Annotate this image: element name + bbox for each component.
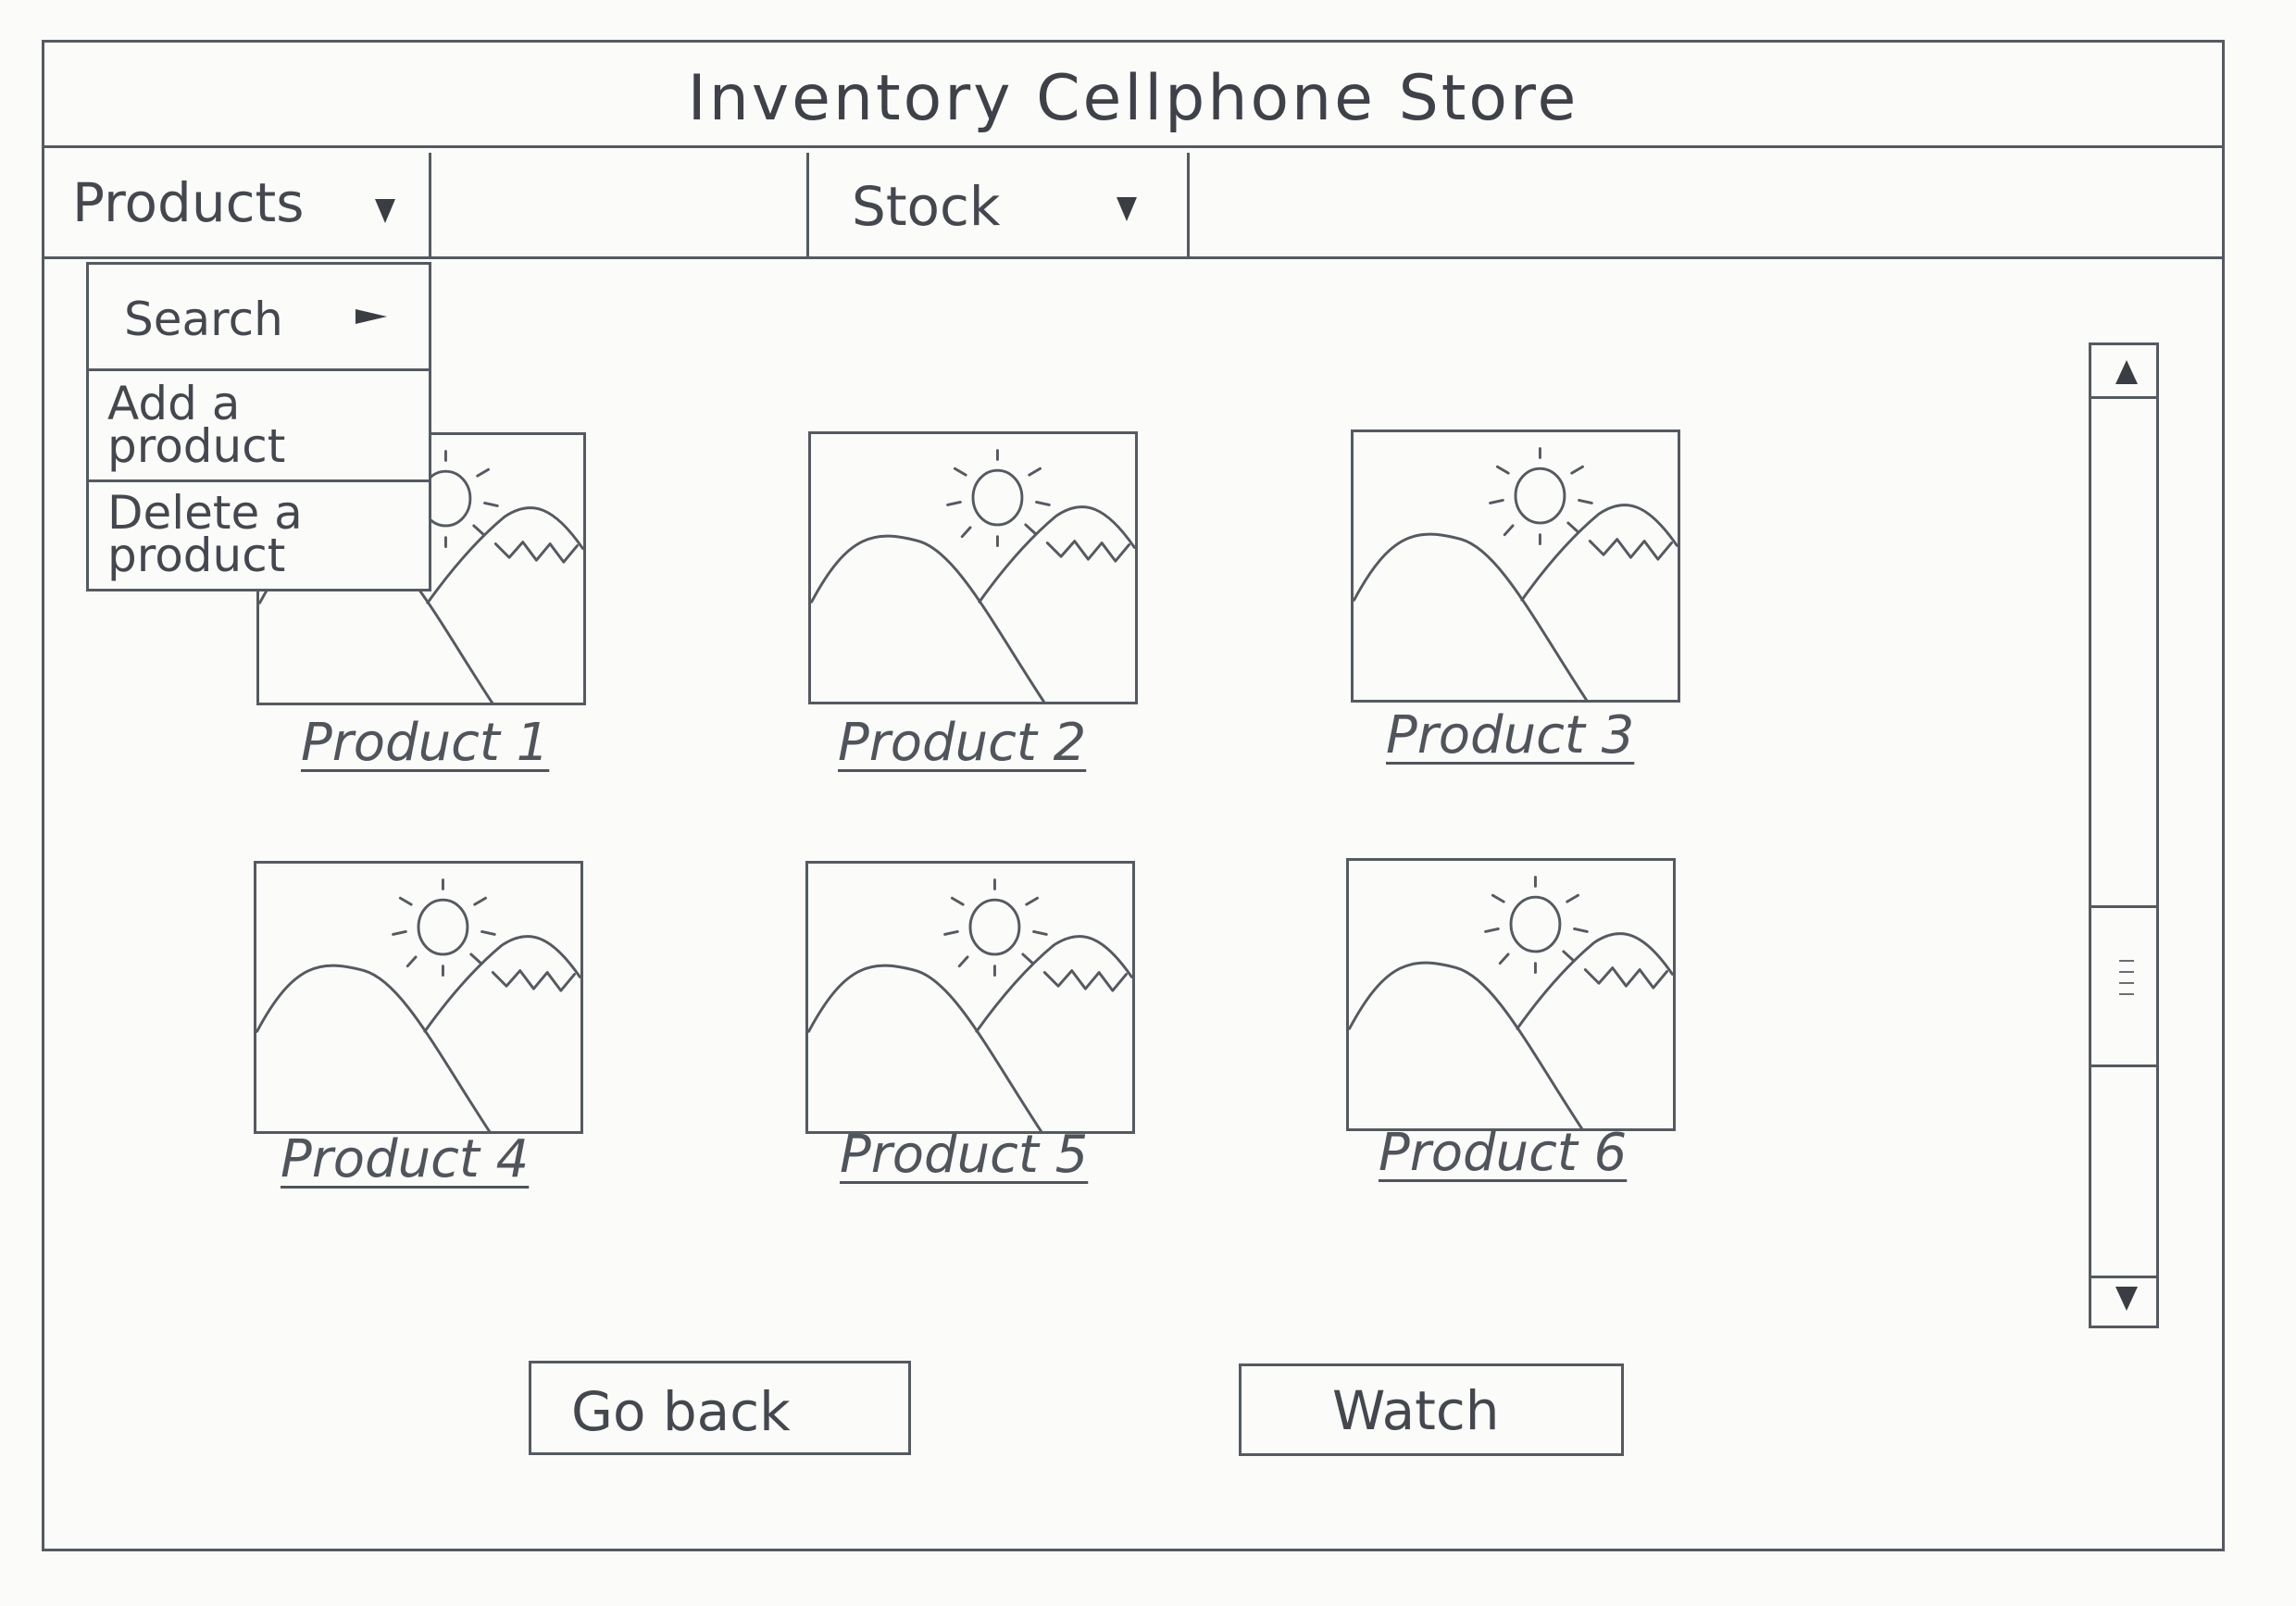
scroll-down-icon	[2115, 1287, 2138, 1311]
image-placeholder-icon	[1354, 447, 1678, 700]
title-bar: Inventory Cellphone Store	[42, 40, 2225, 148]
go-back-button-label: Go back	[571, 1380, 791, 1443]
image-placeholder-icon	[1349, 876, 1673, 1128]
product-link-5[interactable]: Product 5	[840, 1125, 1088, 1185]
triangle-down-icon	[1117, 197, 1137, 221]
menu-divider	[1187, 153, 1190, 259]
menu-item-add-product[interactable]: Add a product	[89, 371, 429, 482]
product-image-2[interactable]	[808, 431, 1138, 704]
scroll-up-icon	[2115, 360, 2138, 384]
menu-stock-label: Stock	[852, 175, 1001, 238]
product-link-3[interactable]: Product 3	[1386, 705, 1634, 766]
menu-products[interactable]: Products	[44, 151, 429, 256]
grip-icon	[2119, 960, 2134, 962]
product-image-5[interactable]	[805, 861, 1135, 1134]
product-link-4[interactable]: Product 4	[281, 1129, 529, 1189]
scroll-up-button[interactable]	[2091, 345, 2156, 396]
watch-button[interactable]: Watch	[1239, 1363, 1624, 1456]
product-image-3[interactable]	[1351, 430, 1680, 703]
menu-divider	[429, 153, 431, 259]
grip-icon	[2119, 982, 2134, 984]
product-image-4[interactable]	[254, 861, 583, 1134]
scroll-down-button[interactable]	[2091, 1276, 2156, 1326]
image-placeholder-icon	[256, 878, 580, 1131]
triangle-right-icon	[356, 309, 387, 324]
window-title: Inventory Cellphone Store	[687, 62, 1579, 135]
product-link-6[interactable]: Product 6	[1379, 1123, 1627, 1183]
product-link-1[interactable]: Product 1	[301, 713, 549, 773]
product-image-6[interactable]	[1346, 858, 1676, 1131]
grip-icon	[2119, 993, 2134, 995]
product-link-2[interactable]: Product 2	[838, 713, 1086, 773]
menu-item-delete-product-label: Delete a product	[107, 486, 303, 582]
scrollbar-divider	[2091, 396, 2156, 399]
triangle-down-icon	[375, 199, 395, 223]
menu-item-search-label: Search	[124, 293, 283, 346]
menu-products-label: Products	[72, 171, 305, 234]
go-back-button[interactable]: Go back	[529, 1361, 911, 1455]
image-placeholder-icon	[808, 878, 1132, 1131]
watch-button-label: Watch	[1332, 1379, 1500, 1442]
products-dropdown-menu: Search Add a product Delete a product	[86, 262, 431, 591]
menu-item-search[interactable]: Search	[89, 265, 429, 371]
image-placeholder-icon	[811, 449, 1135, 702]
menu-stock[interactable]: Stock	[809, 151, 1187, 256]
grip-icon	[2119, 971, 2134, 973]
vertical-scrollbar[interactable]	[2089, 342, 2159, 1328]
menu-item-add-product-label: Add a product	[107, 377, 286, 473]
scroll-thumb[interactable]	[2091, 905, 2156, 1067]
menu-item-delete-product[interactable]: Delete a product	[89, 482, 429, 589]
